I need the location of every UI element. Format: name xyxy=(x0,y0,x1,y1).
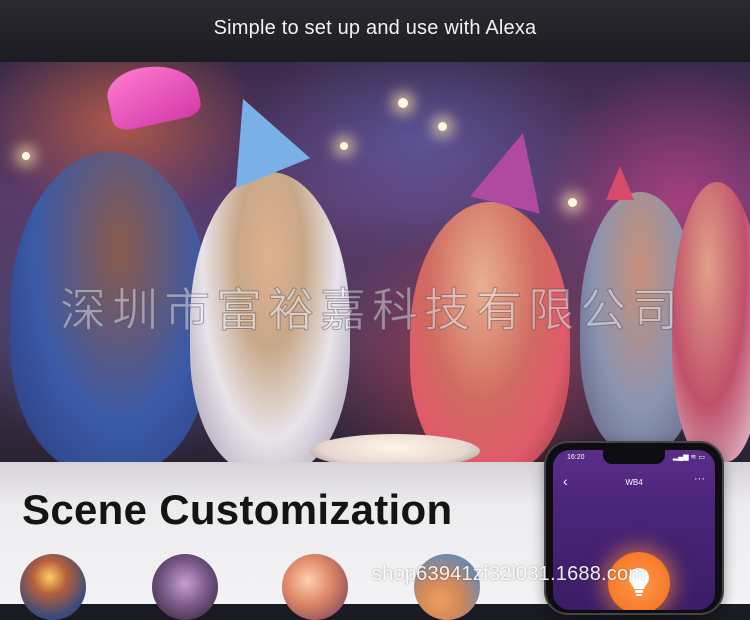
party-hat xyxy=(102,62,204,133)
banner-title: Simple to set up and use with Alexa xyxy=(213,16,537,39)
string-light-bulb xyxy=(22,152,30,160)
string-light-bulb xyxy=(438,122,447,131)
party-hat xyxy=(205,83,311,189)
scene-outdoor-lights-icon[interactable] xyxy=(20,554,86,620)
party-hat xyxy=(606,166,634,200)
party-hat xyxy=(470,124,558,214)
string-light-bulb xyxy=(568,198,577,207)
party-photo: 深圳市富裕嘉科技有限公司 xyxy=(0,62,750,462)
top-banner: Simple to set up and use with Alexa xyxy=(0,0,750,62)
phone-notch xyxy=(603,450,665,464)
scene-party-icon[interactable] xyxy=(282,554,348,620)
string-light-bulb xyxy=(398,98,408,108)
string-light-bulb xyxy=(340,142,348,150)
watermark-url: shop63941zf32l031.1688.com xyxy=(372,563,646,585)
phone-screen: 16:20 ▂▄▆ ≋ ▭ ‹ WB4 ··· xyxy=(553,450,715,610)
device-title: WB4 xyxy=(625,478,643,487)
scene-bedroom-icon[interactable] xyxy=(152,554,218,620)
section-title: Scene Customization xyxy=(22,486,453,533)
more-icon[interactable]: ··· xyxy=(694,474,705,485)
phone-mockup: 16:20 ▂▄▆ ≋ ▭ ‹ WB4 ··· xyxy=(546,443,722,613)
status-icons: ▂▄▆ ≋ ▭ xyxy=(672,454,705,461)
status-time: 16:20 xyxy=(567,454,585,461)
watermark-company: 深圳市富裕嘉科技有限公司 xyxy=(60,283,684,338)
birthday-cake xyxy=(310,434,480,462)
